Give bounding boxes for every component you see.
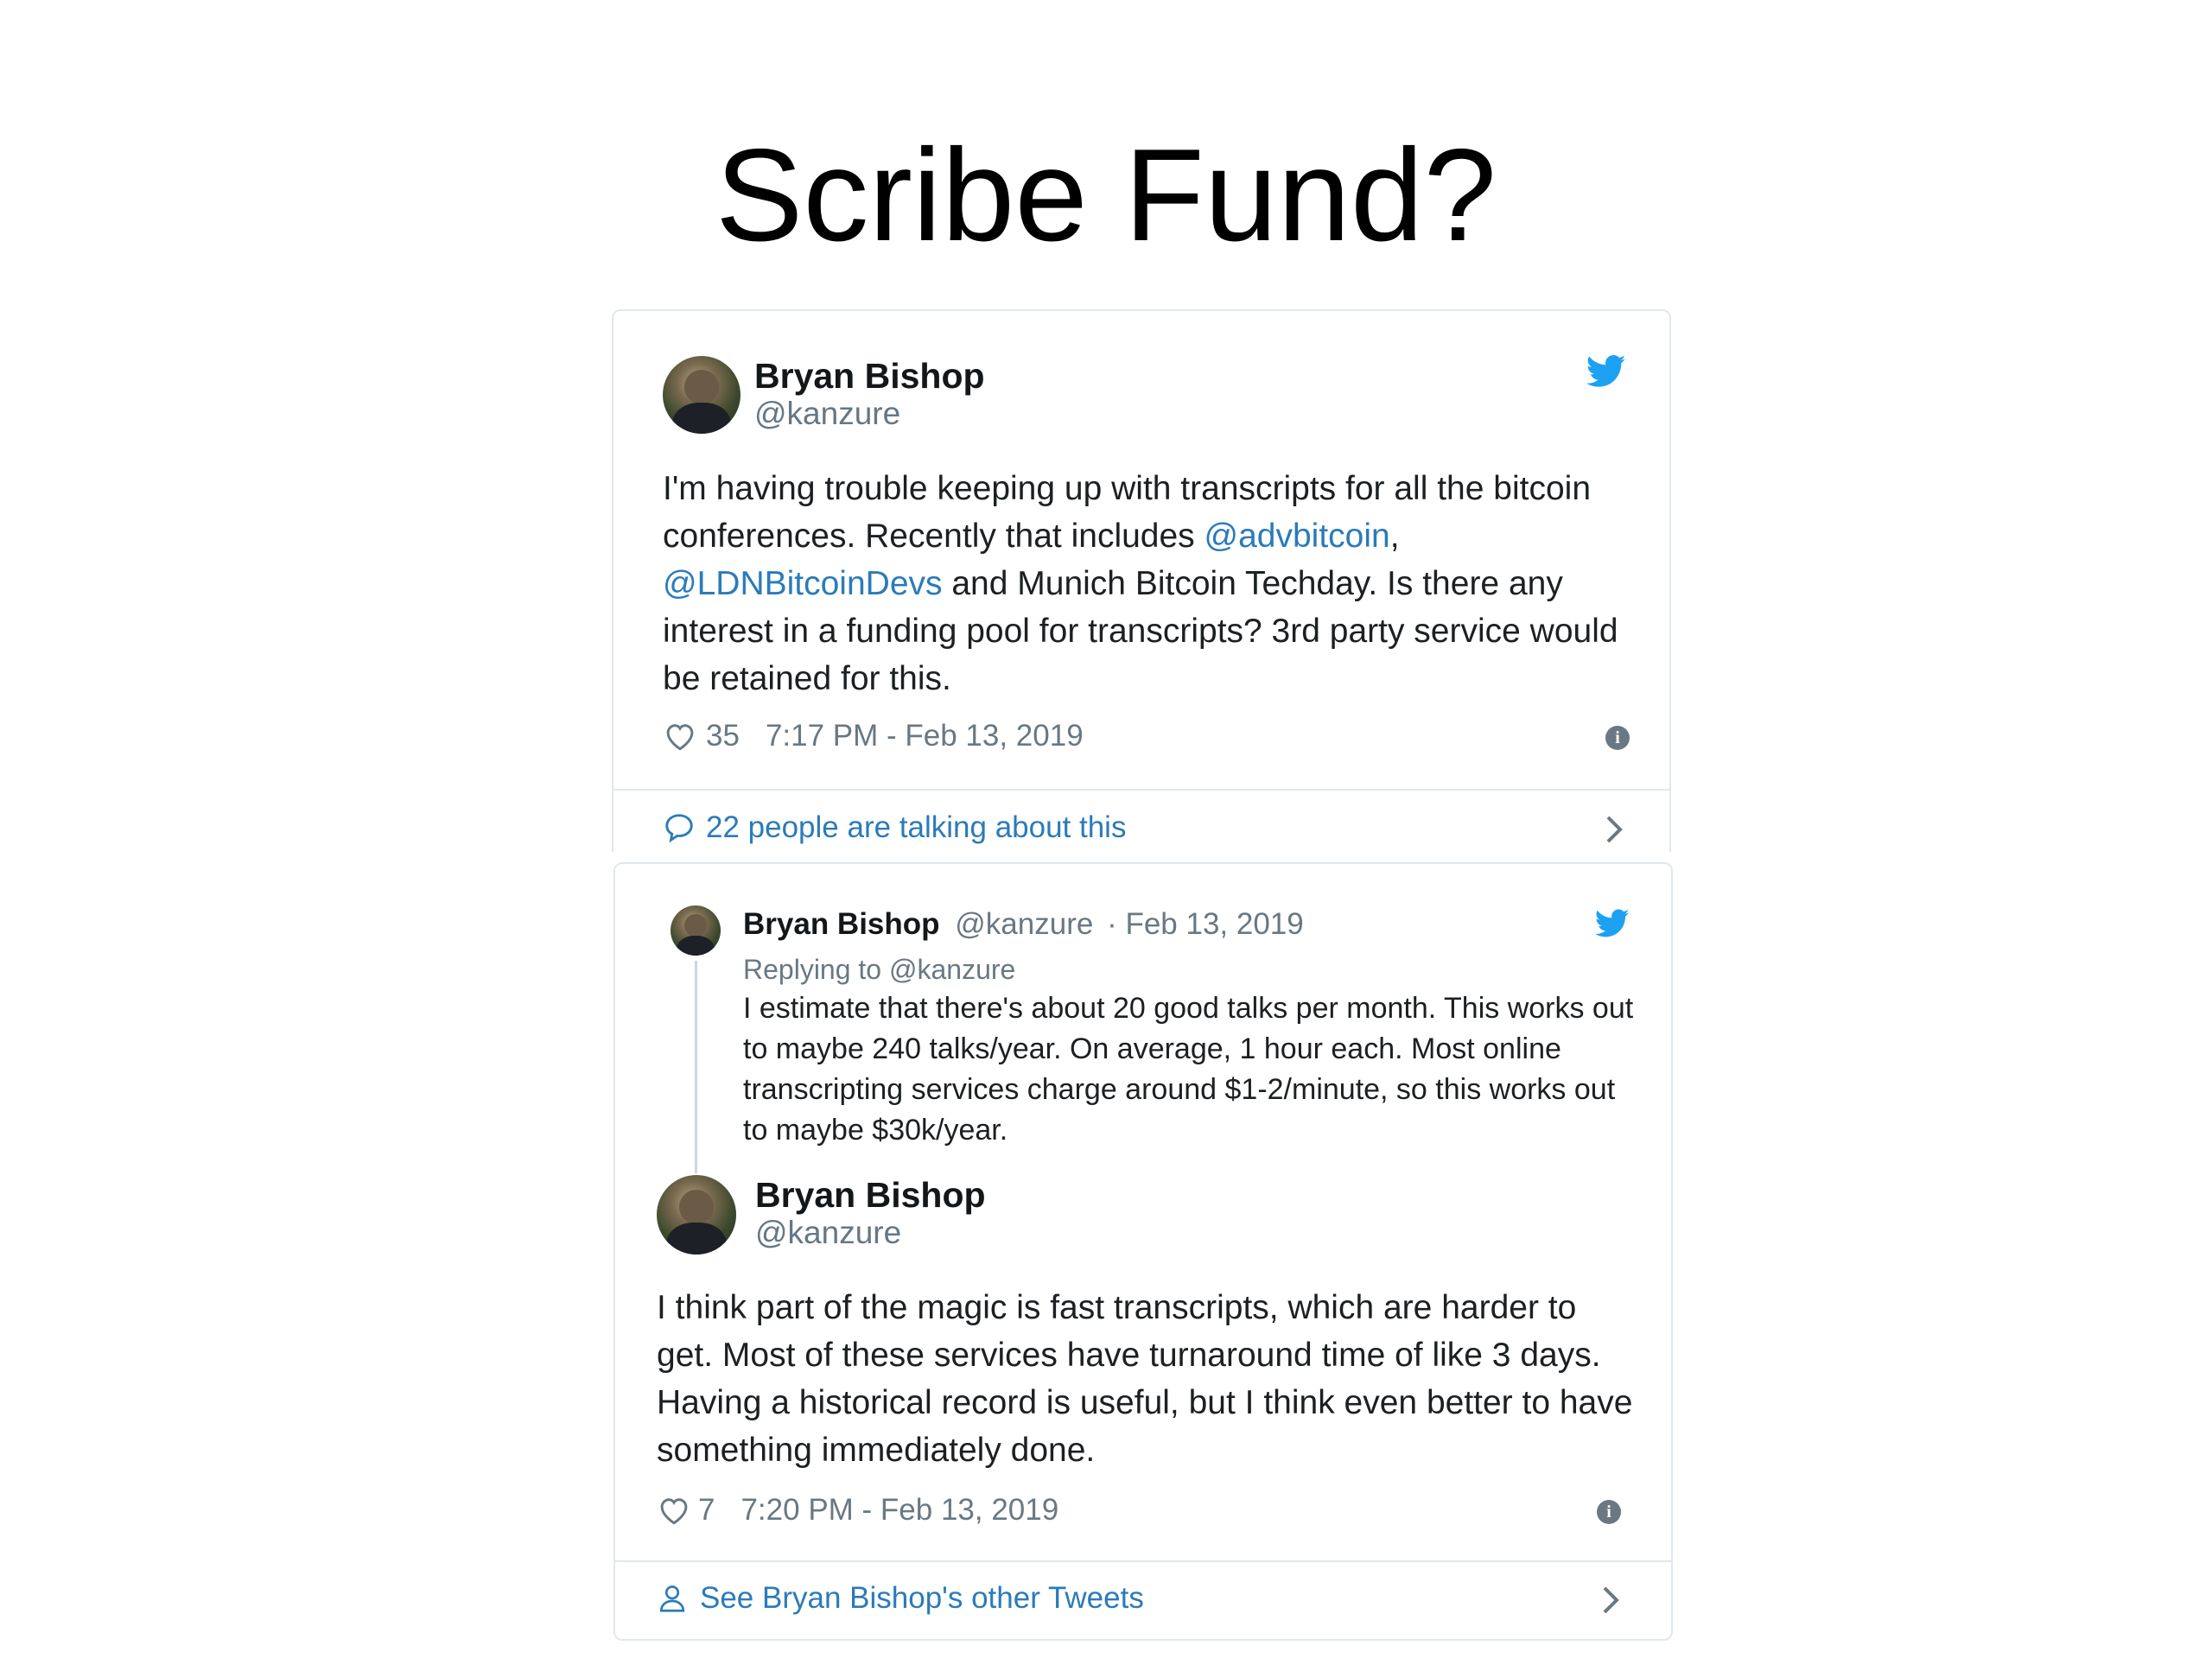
- mention-link[interactable]: @LDNBitcoinDevs: [663, 565, 943, 602]
- tweet-timestamp[interactable]: 7:17 PM - Feb 13, 2019: [766, 719, 1084, 753]
- parent-author-handle[interactable]: @kanzure: [955, 907, 1093, 941]
- tweet-timestamp[interactable]: 7:20 PM - Feb 13, 2019: [741, 1493, 1058, 1528]
- author-name[interactable]: Bryan Bishop: [754, 356, 985, 397]
- tweet-card[interactable]: Bryan Bishop @kanzure I'm having trouble…: [612, 309, 1671, 852]
- heart-icon[interactable]: [657, 1495, 691, 1526]
- parent-date[interactable]: · Feb 13, 2019: [1107, 907, 1304, 941]
- twitter-bird-icon[interactable]: [1586, 354, 1626, 389]
- speech-bubble-icon: [665, 814, 693, 843]
- author-name[interactable]: Bryan Bishop: [755, 1175, 986, 1216]
- slide-title: Scribe Fund?: [715, 122, 1497, 269]
- other-tweets-link[interactable]: See Bryan Bishop's other Tweets: [657, 1581, 1144, 1616]
- avatar[interactable]: [671, 905, 721, 956]
- chevron-right-icon[interactable]: [1604, 814, 1626, 845]
- tweet-text: I'm having trouble keeping up with trans…: [663, 465, 1639, 702]
- tweet-meta: 35 7:17 PM - Feb 13, 2019: [663, 719, 1084, 753]
- author-handle[interactable]: @kanzure: [754, 396, 900, 432]
- parent-header: Bryan Bishop @kanzure · Feb 13, 2019: [743, 907, 1304, 942]
- conversation-label: 22 people are talking about this: [706, 810, 1127, 844]
- twitter-bird-icon[interactable]: [1595, 909, 1630, 938]
- avatar[interactable]: [657, 1175, 736, 1255]
- divider: [613, 789, 1669, 791]
- person-icon: [659, 1585, 685, 1612]
- info-icon[interactable]: i: [1605, 726, 1630, 750]
- tweet-text-part: I'm having trouble keeping up with trans…: [663, 470, 1592, 555]
- tweet-meta: 7 7:20 PM - Feb 13, 2019: [657, 1493, 1058, 1528]
- thread-line: [695, 961, 697, 1173]
- like-count[interactable]: 7: [698, 1493, 715, 1528]
- mention-link[interactable]: @advbitcoin: [1205, 518, 1390, 555]
- replying-to[interactable]: Replying to @kanzure: [743, 954, 1015, 986]
- divider: [615, 1560, 1671, 1562]
- tweet-card[interactable]: Bryan Bishop @kanzure · Feb 13, 2019 Rep…: [613, 862, 1673, 1641]
- info-icon[interactable]: i: [1597, 1500, 1621, 1524]
- like-count[interactable]: 35: [706, 719, 740, 753]
- conversation-link[interactable]: 22 people are talking about this: [663, 810, 1126, 845]
- chevron-right-icon[interactable]: [1600, 1585, 1623, 1616]
- avatar[interactable]: [663, 356, 741, 434]
- other-tweets-label: See Bryan Bishop's other Tweets: [700, 1581, 1144, 1615]
- tweet-text-part: ,: [1389, 518, 1400, 555]
- author-handle[interactable]: @kanzure: [755, 1215, 901, 1251]
- heart-icon[interactable]: [663, 721, 697, 752]
- parent-author-name[interactable]: Bryan Bishop: [743, 907, 940, 941]
- parent-tweet-text: I estimate that there's about 20 good ta…: [743, 992, 1634, 1147]
- tweet-text: I think part of the magic is fast transc…: [657, 1289, 1633, 1469]
